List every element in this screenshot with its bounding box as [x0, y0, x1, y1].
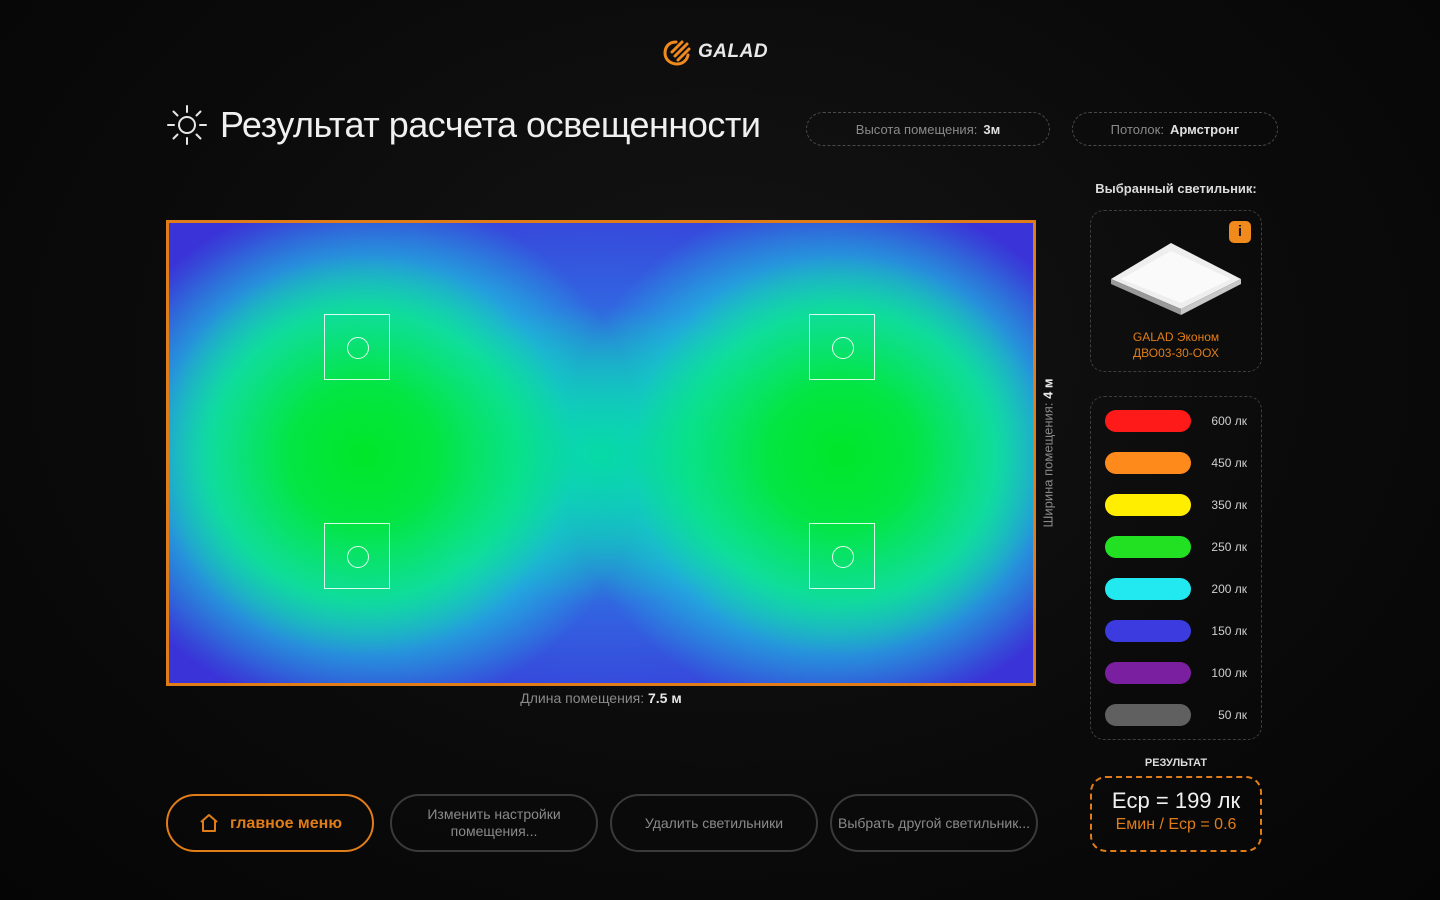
legend-swatch: [1105, 494, 1191, 516]
page-title: Результат расчета освещенности: [220, 104, 761, 145]
ceiling-label: Потолок:: [1110, 121, 1164, 137]
main-menu-button[interactable]: главное меню: [166, 794, 374, 852]
uniformity-ratio: Eмин / Eср = 0.6: [1115, 816, 1237, 833]
legend-item: 100 лк: [1105, 662, 1247, 684]
ceiling-pill: Потолок: Армстронг: [1072, 112, 1278, 146]
room-height-value: 3м: [983, 121, 1001, 137]
sun-icon: [167, 105, 207, 145]
galad-logo-icon: [663, 40, 691, 66]
main-menu-label: главное меню: [229, 814, 342, 832]
legend-label: 50 лк: [1218, 708, 1247, 722]
legend-label: 350 лк: [1211, 498, 1247, 512]
legend-item: 350 лк: [1105, 494, 1247, 516]
choose-other-luminaire-button[interactable]: Выбрать другой светильник...: [830, 794, 1038, 852]
luminaire-model: ДВО03-30-ООХ: [1133, 346, 1219, 360]
illuminance-heatmap: [166, 220, 1036, 686]
galad-logo: GALAD: [662, 36, 768, 68]
result-heading: РЕЗУЛЬТАТ: [1144, 757, 1208, 769]
selected-luminaire-card[interactable]: i GALAD Эконом ДВО03-30-ООХ: [1090, 210, 1262, 372]
legend-label: 450 лк: [1211, 456, 1247, 470]
legend-swatch: [1105, 536, 1191, 558]
legend-label: 200 лк: [1211, 582, 1247, 596]
selected-luminaire-heading: Выбранный светильник:: [1095, 181, 1257, 196]
legend-label: 250 лк: [1211, 540, 1247, 554]
title-row: Результат расчета освещенности: [166, 104, 761, 146]
legend-swatch: [1105, 704, 1191, 726]
brand-name: GALAD: [698, 41, 769, 62]
result-box: Eср = 199 лк Eмин / Eср = 0.6: [1090, 776, 1262, 852]
legend-item: 200 лк: [1105, 578, 1247, 600]
legend-item: 600 лк: [1105, 410, 1247, 432]
luminaire-marker[interactable]: [324, 314, 390, 380]
room-height-pill: Высота помещения: 3м: [806, 112, 1050, 146]
illuminance-legend: 600 лк 450 лк 350 лк 250 лк 200 лк 150 лк 100 …: [1090, 396, 1262, 740]
legend-item: 250 лк: [1105, 536, 1247, 558]
avg-illuminance: Eср = 199 лк: [1111, 788, 1241, 813]
legend-item: 50 лк: [1105, 704, 1247, 726]
room-width-value: 4 м: [1040, 378, 1056, 399]
room-length-value: 7.5 м: [648, 690, 682, 706]
ceiling-value: Армстронг: [1169, 121, 1240, 137]
luminaire-marker[interactable]: [809, 314, 875, 380]
room-width-caption: Ширина помещения:: [1040, 402, 1056, 528]
delete-luminaires-button[interactable]: Удалить светильники: [610, 794, 818, 852]
legend-label: 150 лк: [1211, 624, 1247, 638]
panel-light-icon: [1111, 243, 1241, 315]
legend-swatch: [1105, 578, 1191, 600]
luminaire-marker[interactable]: [324, 523, 390, 589]
legend-swatch: [1105, 620, 1191, 642]
legend-label: 100 лк: [1211, 666, 1247, 680]
legend-swatch: [1105, 662, 1191, 684]
room-length-caption: Длина помещения:: [520, 690, 645, 706]
room-width-text: Ширина помещения: 4 м: [1041, 378, 1056, 527]
legend-swatch: [1105, 410, 1191, 432]
legend-swatch: [1105, 452, 1191, 474]
room-length-label: Длина помещения: 7.5 м: [166, 690, 1036, 706]
home-icon: [200, 814, 218, 832]
legend-item: 450 лк: [1105, 452, 1247, 474]
room-height-label: Высота помещения:: [855, 121, 978, 137]
legend-label: 600 лк: [1211, 414, 1247, 428]
luminaire-name: GALAD Эконом ДВО03-30-ООХ: [1091, 329, 1261, 361]
legend-item: 150 лк: [1105, 620, 1247, 642]
heatmap-gradient: [169, 223, 1033, 683]
luminaire-marker[interactable]: [809, 523, 875, 589]
luminaire-name-line1: GALAD Эконом: [1132, 330, 1220, 344]
edit-room-button[interactable]: Изменить настройки помещения...: [390, 794, 598, 852]
